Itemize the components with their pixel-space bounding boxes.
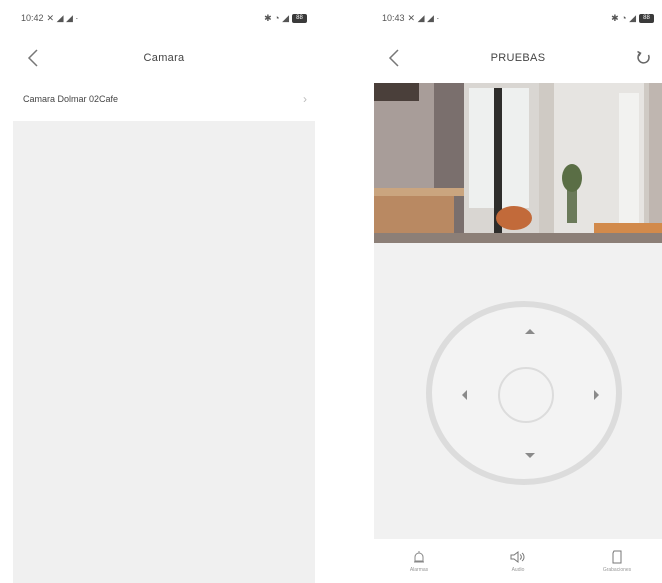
device-name: Camara Dolmar 02Cafe — [23, 94, 119, 104]
tab-label: Grabaciones — [602, 566, 632, 573]
pan-left-button[interactable] — [454, 385, 474, 405]
right-phone-screen: 10:43 ✕ ◢ ◢ · ✱ ◔ ◢ 88 PRUEBAS Alarmas A… — [374, 0, 662, 583]
left-phone-screen: 10:42 ✕ ◢ ◢ · ✱ ◔ ◢ 88 Camara Camara Dol… — [13, 0, 315, 583]
ptz-center-button[interactable] — [498, 367, 554, 423]
back-button[interactable] — [382, 46, 406, 70]
status-time: 10:42 — [21, 13, 44, 23]
pan-right-button[interactable] — [586, 385, 606, 405]
tab-label: Alarmas — [409, 566, 429, 573]
chevron-left-icon — [388, 49, 399, 67]
camera-feed-image — [374, 83, 662, 243]
refresh-icon — [637, 50, 650, 64]
tab-alarms[interactable]: Alarmas — [384, 539, 454, 583]
battery-icon: 88 — [292, 13, 307, 23]
status-indicators: ✕ ◢ ◢ · — [46, 12, 79, 23]
page-title: PRUEBAS — [490, 52, 546, 64]
camera-live-view[interactable] — [374, 83, 662, 243]
ptz-direction-pad[interactable] — [426, 301, 622, 485]
refresh-button[interactable] — [632, 46, 656, 70]
arrow-down-icon — [525, 452, 535, 458]
arrow-left-icon — [461, 390, 467, 400]
arrow-right-icon — [593, 390, 599, 400]
chevron-left-icon — [27, 49, 38, 67]
pan-up-button[interactable] — [520, 321, 540, 341]
nav-bar: PRUEBAS — [374, 36, 662, 80]
tab-label: Audio — [511, 566, 525, 573]
status-bar: 10:43 ✕ ◢ ◢ · ✱ ◔ ◢ 88 — [374, 0, 662, 36]
chevron-right-icon: › — [303, 92, 307, 106]
page-title: Camara — [143, 52, 185, 64]
device-list-item[interactable]: Camara Dolmar 02Cafe › — [13, 80, 315, 118]
nav-bar: Camara — [13, 36, 315, 80]
pan-down-button[interactable] — [520, 445, 540, 465]
tab-recordings[interactable]: Grabaciones — [582, 539, 652, 583]
status-icons: ✱ ◔ ◢ — [264, 12, 289, 23]
status-bar: 10:42 ✕ ◢ ◢ · ✱ ◔ ◢ 88 — [13, 0, 315, 36]
tab-audio[interactable]: Audio — [483, 539, 553, 583]
status-icons: ✱ ◔ ◢ — [611, 12, 636, 23]
battery-icon: 88 — [639, 13, 654, 23]
back-button[interactable] — [21, 46, 45, 70]
status-time: 10:43 — [382, 13, 405, 23]
sd-card-icon — [612, 550, 622, 563]
bottom-toolbar: Alarmas Audio Grabaciones — [374, 539, 662, 583]
status-indicators: ✕ ◢ ◢ · — [407, 12, 440, 23]
alarm-icon — [414, 550, 424, 562]
arrow-up-icon — [525, 328, 535, 334]
speaker-icon — [510, 550, 525, 563]
ptz-control-panel — [374, 243, 662, 539]
empty-content-area — [13, 121, 315, 583]
